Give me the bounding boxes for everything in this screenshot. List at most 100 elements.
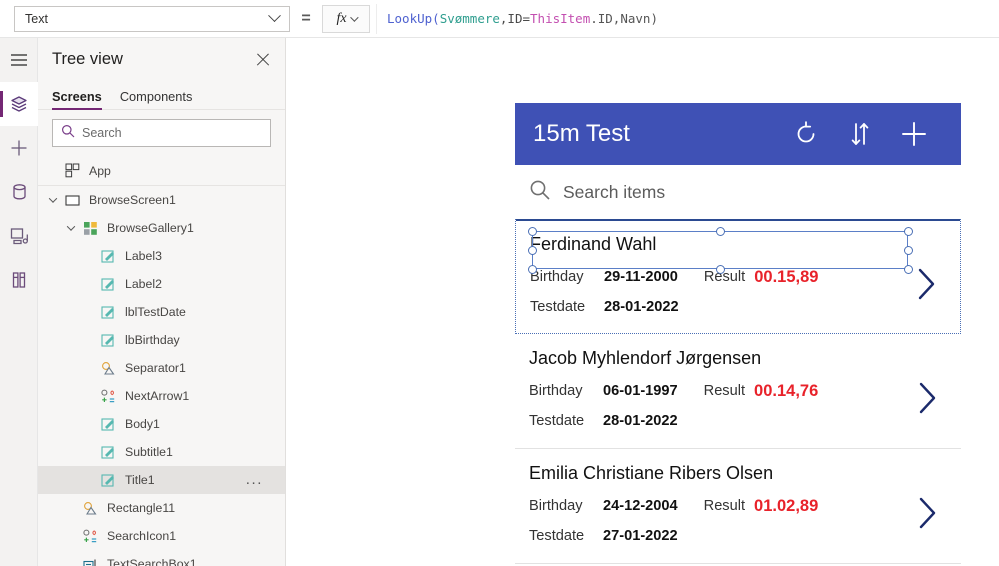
rail-item-data[interactable]: [0, 170, 38, 214]
icon-set-icon: [98, 389, 118, 404]
close-icon[interactable]: [253, 49, 273, 69]
tree-node-body1[interactable]: Body1: [38, 410, 285, 438]
search-icon: [61, 124, 75, 143]
testdate-label: Testdate: [529, 413, 603, 429]
layers-tree-icon: [9, 94, 29, 114]
formula-input[interactable]: LookUp(Svømmere,ID=ThisItem.ID,Navn): [376, 4, 999, 34]
tree-node-rectangle11[interactable]: Rectangle11: [38, 494, 285, 522]
label-icon: [98, 305, 118, 320]
next-arrow-icon[interactable]: [917, 380, 939, 421]
gallery-item-name: Ferdinand Wahl: [530, 229, 960, 259]
app-title: 15m Test: [533, 120, 779, 148]
tree-node-label2[interactable]: Label2: [38, 270, 285, 298]
tree-node-label: BrowseGallery1: [107, 221, 194, 235]
testdate-value: 28-01-2022: [604, 299, 679, 315]
chevron-down-icon[interactable]: [44, 197, 62, 203]
property-select-value: Text: [25, 12, 270, 26]
tree-view-panel: Tree view Screens Components Search App B…: [38, 38, 286, 566]
tree-node-searchicon1[interactable]: SearchIcon1: [38, 522, 285, 550]
tree-node-label: App: [89, 164, 111, 178]
result-value: 00.14,76: [754, 382, 818, 401]
gallery-item[interactable]: Ferdinand WahlBirthday29-11-2000Result00…: [515, 219, 961, 334]
result-label: Result: [704, 498, 745, 514]
property-select[interactable]: Text: [14, 6, 290, 32]
app-search-box[interactable]: Search items: [515, 165, 961, 219]
app-icon: [62, 163, 82, 178]
rail-item-insert[interactable]: [0, 126, 38, 170]
fx-label: fx: [336, 11, 346, 27]
gallery-item-testdate-row: Testdate28-01-2022: [530, 295, 960, 319]
result-value: 00.15,89: [754, 268, 818, 287]
tree-node-label: lblTestDate: [125, 305, 186, 319]
label-icon: [98, 277, 118, 292]
tab-components[interactable]: Components: [120, 89, 193, 109]
tree-node-lbbirthday[interactable]: lbBirthday: [38, 326, 285, 354]
tree-node-lbltestdate[interactable]: lblTestDate: [38, 298, 285, 326]
tree-node-label: BrowseScreen1: [89, 193, 176, 207]
plus-insert-icon: [10, 139, 28, 157]
refresh-icon[interactable]: [779, 119, 833, 149]
media-icon: [10, 227, 29, 245]
app-search-placeholder: Search items: [563, 182, 665, 203]
label-icon: [98, 417, 118, 432]
tree-node-label: TextSearchBox1: [107, 557, 197, 566]
tree-search-input[interactable]: Search: [52, 119, 271, 147]
tree-node-browsegallery1[interactable]: BrowseGallery1: [38, 214, 285, 242]
tree-node-label: Label2: [125, 277, 162, 291]
tree-node-label3[interactable]: Label3: [38, 242, 285, 270]
gallery-item-testdate-row: Testdate27-01-2022: [529, 524, 961, 548]
tree-node-title1[interactable]: Title1...: [38, 466, 285, 494]
tree-node-label: Subtitle1: [125, 445, 173, 459]
result-label: Result: [704, 383, 745, 399]
tree-node-nextarrow1[interactable]: NextArrow1: [38, 382, 285, 410]
gallery-item[interactable]: Jacob Myhlendorf JørgensenBirthday06-01-…: [515, 334, 961, 449]
rail-item-media[interactable]: [0, 214, 38, 258]
rail-item-variables[interactable]: [0, 258, 38, 302]
left-icon-rail: [0, 38, 38, 566]
tree-view-title: Tree view: [52, 50, 253, 69]
formula-token: .ID,Navn): [590, 11, 658, 26]
tree-node-label: Rectangle11: [107, 501, 175, 515]
gallery-icon: [80, 221, 100, 236]
chevron-down-icon: [268, 9, 281, 22]
next-arrow-icon[interactable]: [916, 266, 938, 307]
tree-node-label: Label3: [125, 249, 162, 263]
hamburger-menu-icon: [10, 53, 28, 67]
gallery-item-birthday-row: Birthday06-01-1997Result00.14,76: [529, 379, 961, 403]
shape-icon: [98, 361, 118, 376]
tree-node-app[interactable]: App: [38, 156, 285, 186]
app-preview-canvas: 15m Test: [287, 38, 999, 566]
tree-view-header: Tree view: [38, 38, 285, 80]
add-icon[interactable]: [887, 118, 941, 150]
search-icon: [529, 179, 551, 206]
tree-node-browsescreen1[interactable]: BrowseScreen1: [38, 186, 285, 214]
label-icon: [98, 249, 118, 264]
gallery-item-name: Jacob Myhlendorf Jørgensen: [529, 343, 961, 373]
testdate-label: Testdate: [530, 299, 604, 315]
tree-search-placeholder: Search: [82, 126, 122, 140]
sort-icon[interactable]: [833, 120, 887, 148]
tree-view-tabs: Screens Components: [38, 80, 285, 110]
app-screen: 15m Test: [515, 103, 961, 566]
testdate-label: Testdate: [529, 528, 603, 544]
screen-icon: [62, 193, 82, 208]
tree-node-subtitle1[interactable]: Subtitle1: [38, 438, 285, 466]
rail-item-tree-view[interactable]: [0, 82, 38, 126]
fx-button[interactable]: fx: [322, 5, 370, 33]
formula-token: Svømmere: [440, 11, 500, 26]
formula-bar: Text = fx LookUp(Svømmere,ID=ThisItem.ID…: [0, 0, 999, 38]
more-options-icon[interactable]: ...: [246, 476, 263, 484]
tree-node-textsearchbox1[interactable]: TextSearchBox1: [38, 550, 285, 566]
tree-node-list: App BrowseScreen1 BrowseGallery1 Label3 Labe…: [38, 156, 285, 566]
gallery-item[interactable]: Emilia Christiane Ribers OlsenBirthday24…: [515, 449, 961, 564]
browse-gallery: Ferdinand WahlBirthday29-11-2000Result00…: [515, 219, 961, 564]
chevron-down-icon[interactable]: [62, 225, 80, 231]
next-arrow-icon[interactable]: [917, 495, 939, 536]
rail-item-menu[interactable]: [0, 38, 38, 82]
tab-screens[interactable]: Screens: [52, 89, 102, 109]
tree-node-separator1[interactable]: Separator1: [38, 354, 285, 382]
database-data-icon: [11, 183, 28, 201]
birthday-value: 29-11-2000: [604, 269, 678, 285]
formula-token: LookUp(: [387, 11, 440, 26]
formula-token: ,ID=: [500, 11, 530, 26]
